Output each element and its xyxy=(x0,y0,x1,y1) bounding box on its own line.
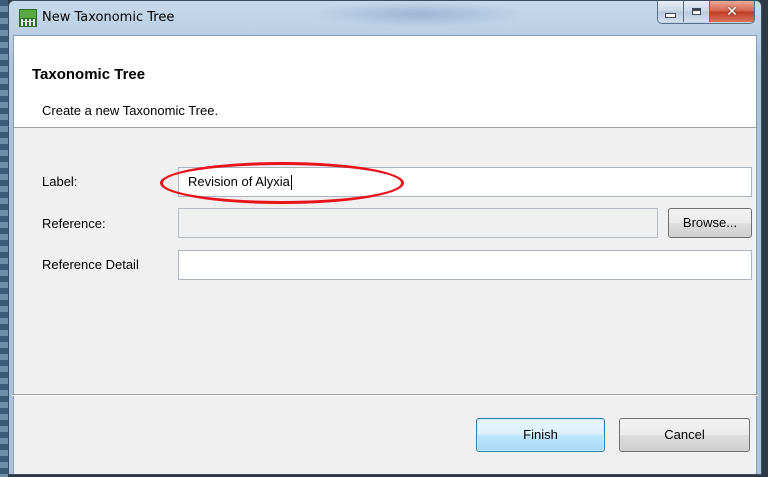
cancel-button[interactable]: Cancel xyxy=(619,418,750,452)
minimize-icon xyxy=(665,13,676,18)
reference-input[interactable] xyxy=(178,208,658,238)
window-title: New Taxonomic Tree xyxy=(42,10,175,25)
page-description: Create a new Taxonomic Tree. xyxy=(42,103,219,118)
minimize-button[interactable] xyxy=(658,1,684,22)
finish-button[interactable]: Finish xyxy=(476,418,605,452)
label-input[interactable]: Revision of Alyxia xyxy=(178,167,752,197)
maximize-button[interactable] xyxy=(684,1,710,22)
text-caret xyxy=(290,175,292,191)
browse-button[interactable]: Browse... xyxy=(668,208,752,238)
reference-detail-field-label: Reference Detail xyxy=(42,257,139,272)
close-icon: ✕ xyxy=(726,3,738,20)
caption-buttons: ✕ xyxy=(657,1,755,24)
maximize-icon xyxy=(692,8,701,15)
reference-detail-input[interactable] xyxy=(178,250,752,280)
eclipse-app-icon xyxy=(19,9,37,27)
close-button[interactable]: ✕ xyxy=(710,1,754,22)
desktop-background xyxy=(0,0,8,477)
label-input-value: Revision of Alyxia xyxy=(188,174,290,189)
reference-field-label: Reference: xyxy=(42,216,106,231)
label-field-label: Label: xyxy=(42,174,78,189)
page-title: Taxonomic Tree xyxy=(32,66,146,83)
footer-separator xyxy=(12,394,758,396)
title-glow xyxy=(309,1,529,27)
title-bar[interactable]: New Taxonomic Tree ✕ xyxy=(9,1,761,35)
